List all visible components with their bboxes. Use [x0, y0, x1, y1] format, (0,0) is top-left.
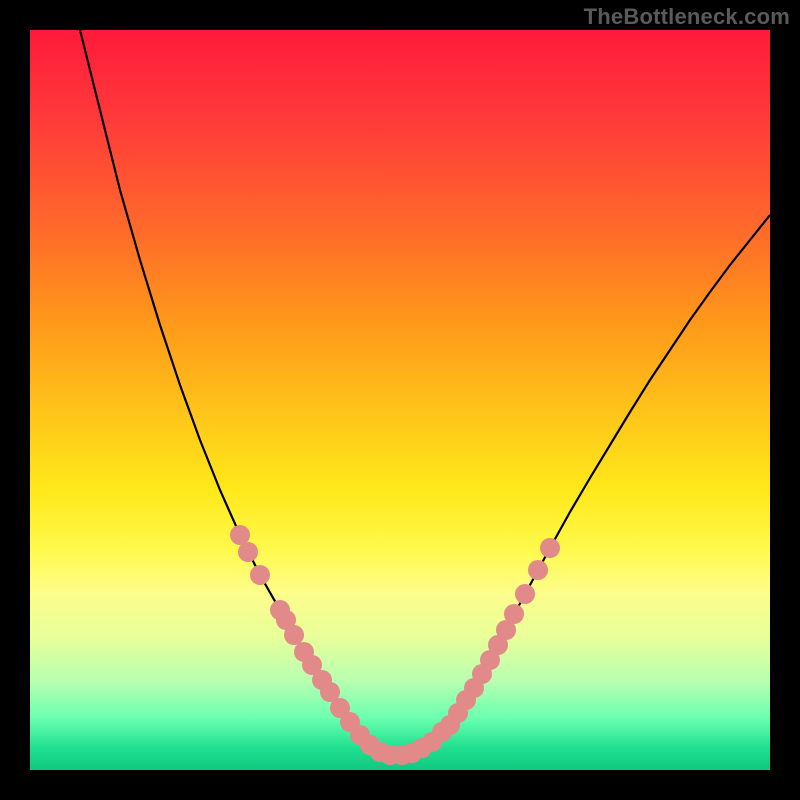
bead-marker: [515, 584, 535, 604]
bottleneck-curve: [80, 30, 770, 755]
watermark-text: TheBottleneck.com: [584, 4, 790, 30]
markers-layer: [230, 525, 560, 765]
bead-marker: [540, 538, 560, 558]
plot-area: [30, 30, 770, 770]
bead-marker: [238, 542, 258, 562]
outer-frame: TheBottleneck.com: [0, 0, 800, 800]
bead-marker: [230, 525, 250, 545]
bead-marker: [528, 560, 548, 580]
chart-svg: [30, 30, 770, 770]
bead-marker: [504, 604, 524, 624]
bead-marker: [284, 625, 304, 645]
bead-marker: [250, 565, 270, 585]
curve-layer: [80, 30, 770, 755]
